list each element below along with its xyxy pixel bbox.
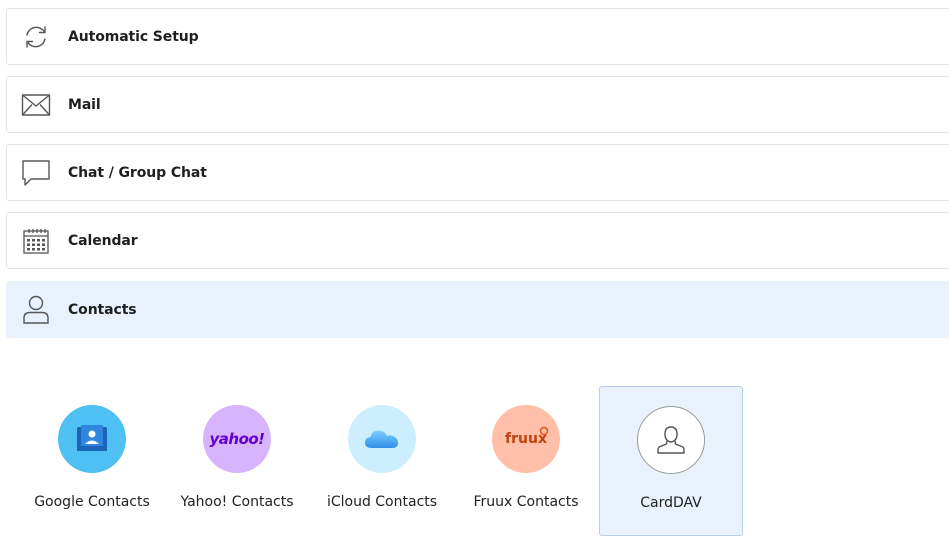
category-automatic-setup[interactable]: Automatic Setup bbox=[6, 8, 949, 65]
icloud-icon bbox=[348, 405, 416, 473]
provider-label: Yahoo! Contacts bbox=[180, 494, 294, 510]
provider-carddav[interactable]: CardDAV bbox=[599, 386, 743, 536]
category-label: Contacts bbox=[68, 301, 137, 318]
mail-icon bbox=[21, 90, 51, 120]
provider-yahoo-contacts[interactable]: yahoo! Yahoo! Contacts bbox=[165, 386, 309, 536]
fruux-logo: fruux bbox=[492, 405, 560, 473]
yahoo-logo: yahoo! bbox=[203, 405, 271, 473]
category-label: Calendar bbox=[68, 232, 138, 249]
category-label: Chat / Group Chat bbox=[68, 164, 207, 181]
category-chat[interactable]: Chat / Group Chat bbox=[6, 144, 949, 201]
provider-icloud-contacts[interactable]: iCloud Contacts bbox=[310, 386, 454, 536]
calendar-icon bbox=[21, 226, 51, 256]
google-contacts-icon bbox=[58, 405, 126, 473]
carddav-person-icon bbox=[637, 406, 705, 474]
category-contacts[interactable]: Contacts bbox=[6, 281, 949, 338]
provider-label: CardDAV bbox=[640, 495, 702, 511]
category-label: Automatic Setup bbox=[68, 28, 199, 45]
category-label: Mail bbox=[68, 96, 101, 113]
category-mail[interactable]: Mail bbox=[6, 76, 949, 133]
provider-google-contacts[interactable]: Google Contacts bbox=[20, 386, 164, 536]
person-icon bbox=[21, 295, 51, 325]
provider-label: Fruux Contacts bbox=[473, 494, 579, 510]
fruux-dot-icon bbox=[539, 426, 549, 436]
refresh-icon bbox=[21, 22, 51, 52]
provider-fruux-contacts[interactable]: fruux Fruux Contacts bbox=[454, 386, 598, 536]
chat-icon bbox=[21, 158, 51, 188]
provider-label: iCloud Contacts bbox=[326, 494, 438, 510]
provider-label: Google Contacts bbox=[34, 494, 150, 510]
category-calendar[interactable]: Calendar bbox=[6, 212, 949, 269]
